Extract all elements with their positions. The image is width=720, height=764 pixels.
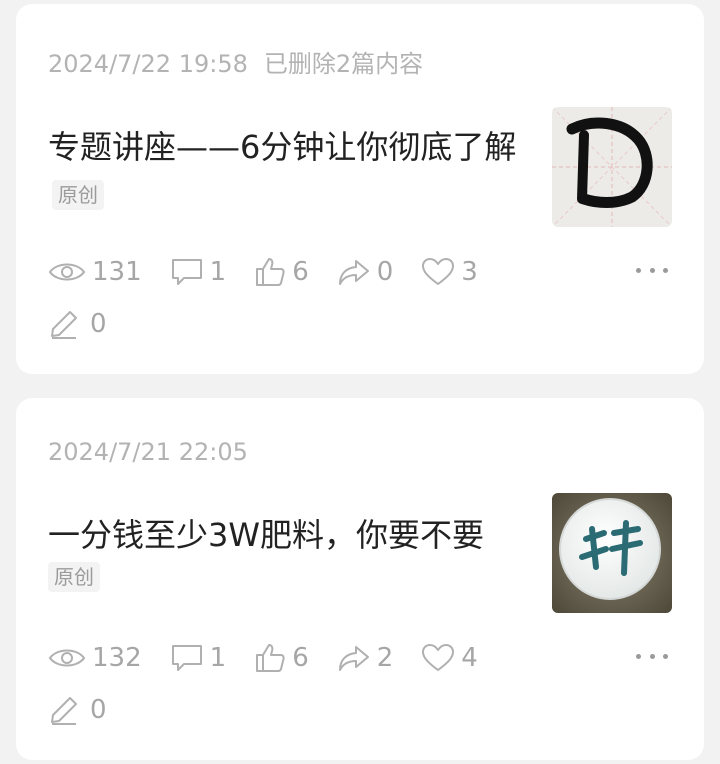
views-count: 131	[92, 257, 142, 287]
views-stat: 131	[48, 257, 142, 287]
pencil-icon	[51, 697, 77, 725]
thumbs-up-icon	[256, 644, 285, 672]
favorites-stat[interactable]: 3	[421, 257, 478, 287]
heart-icon	[422, 644, 455, 671]
more-dot-icon	[649, 653, 655, 659]
post-timestamp: 2024/7/21 22:05	[48, 438, 248, 466]
shares-count: 0	[376, 257, 394, 287]
comments-stat[interactable]: 1	[170, 257, 227, 287]
share-arrow-icon	[338, 260, 369, 285]
post-stats: 131 1 6 0 3	[48, 252, 506, 292]
post-meta: 2024/7/22 19:58 已删除2篇内容	[48, 44, 439, 79]
comments-count: 1	[209, 257, 227, 287]
more-dot-icon	[663, 653, 668, 659]
views-count: 132	[92, 643, 142, 673]
views-stat: 132	[48, 643, 142, 673]
post-meta: 2024/7/21 22:05	[48, 438, 264, 466]
more-dot-icon	[636, 653, 641, 659]
original-badge: 原创	[48, 562, 100, 592]
post-stats: 132 1 6 2 4	[48, 638, 506, 678]
post-deleted-note: 已删除2篇内容	[263, 50, 424, 78]
original-badge: 原创	[52, 180, 104, 210]
post-thumbnail[interactable]	[552, 107, 672, 227]
share-arrow-icon	[338, 646, 369, 671]
post-card[interactable]: 2024/7/22 19:58 已删除2篇内容 专题讲座——6分钟让你彻底了解原创…	[16, 4, 704, 374]
heart-icon	[422, 258, 455, 285]
likes-count: 6	[292, 257, 309, 287]
thumbs-up-icon	[256, 258, 285, 286]
more-dot-icon	[663, 267, 668, 273]
edits-stat[interactable]: 0	[48, 304, 107, 344]
comment-icon	[171, 645, 202, 671]
round-chip-thumbnail	[552, 493, 672, 613]
shares-stat[interactable]: 0	[337, 257, 394, 287]
likes-stat[interactable]: 6	[254, 257, 309, 287]
comments-count: 1	[209, 643, 227, 673]
more-dot-icon	[649, 267, 655, 273]
comment-icon	[171, 259, 202, 285]
favorites-stat[interactable]: 4	[421, 643, 478, 673]
shares-count: 2	[376, 643, 394, 673]
comments-stat[interactable]: 1	[170, 643, 227, 673]
post-timestamp: 2024/7/22 19:58	[48, 50, 248, 78]
post-title[interactable]: 一分钱至少3W肥料，你要不要	[48, 516, 484, 554]
edits-count: 0	[90, 309, 107, 339]
more-options-button[interactable]	[636, 648, 668, 664]
favorites-count: 3	[461, 257, 478, 287]
post-card[interactable]: 2024/7/21 22:05 一分钱至少3W肥料，你要不要 原创 132 1 …	[16, 398, 704, 760]
edits-stat[interactable]: 0	[48, 690, 107, 730]
eye-icon	[48, 649, 86, 667]
post-title[interactable]: 专题讲座——6分钟让你彻底了解	[48, 128, 516, 166]
eye-icon	[48, 263, 86, 281]
post-title-block[interactable]: 专题讲座——6分钟让你彻底了解原创	[48, 124, 518, 216]
favorites-count: 4	[461, 643, 478, 673]
post-thumbnail[interactable]	[552, 493, 672, 613]
pencil-icon	[51, 311, 77, 339]
likes-stat[interactable]: 6	[254, 643, 309, 673]
handwritten-d-thumbnail	[552, 107, 672, 227]
more-options-button[interactable]	[636, 262, 668, 278]
more-dot-icon	[636, 267, 641, 273]
edits-count: 0	[90, 695, 107, 725]
likes-count: 6	[292, 643, 309, 673]
post-title-block[interactable]: 一分钱至少3W肥料，你要不要 原创	[48, 512, 518, 592]
shares-stat[interactable]: 2	[337, 643, 394, 673]
